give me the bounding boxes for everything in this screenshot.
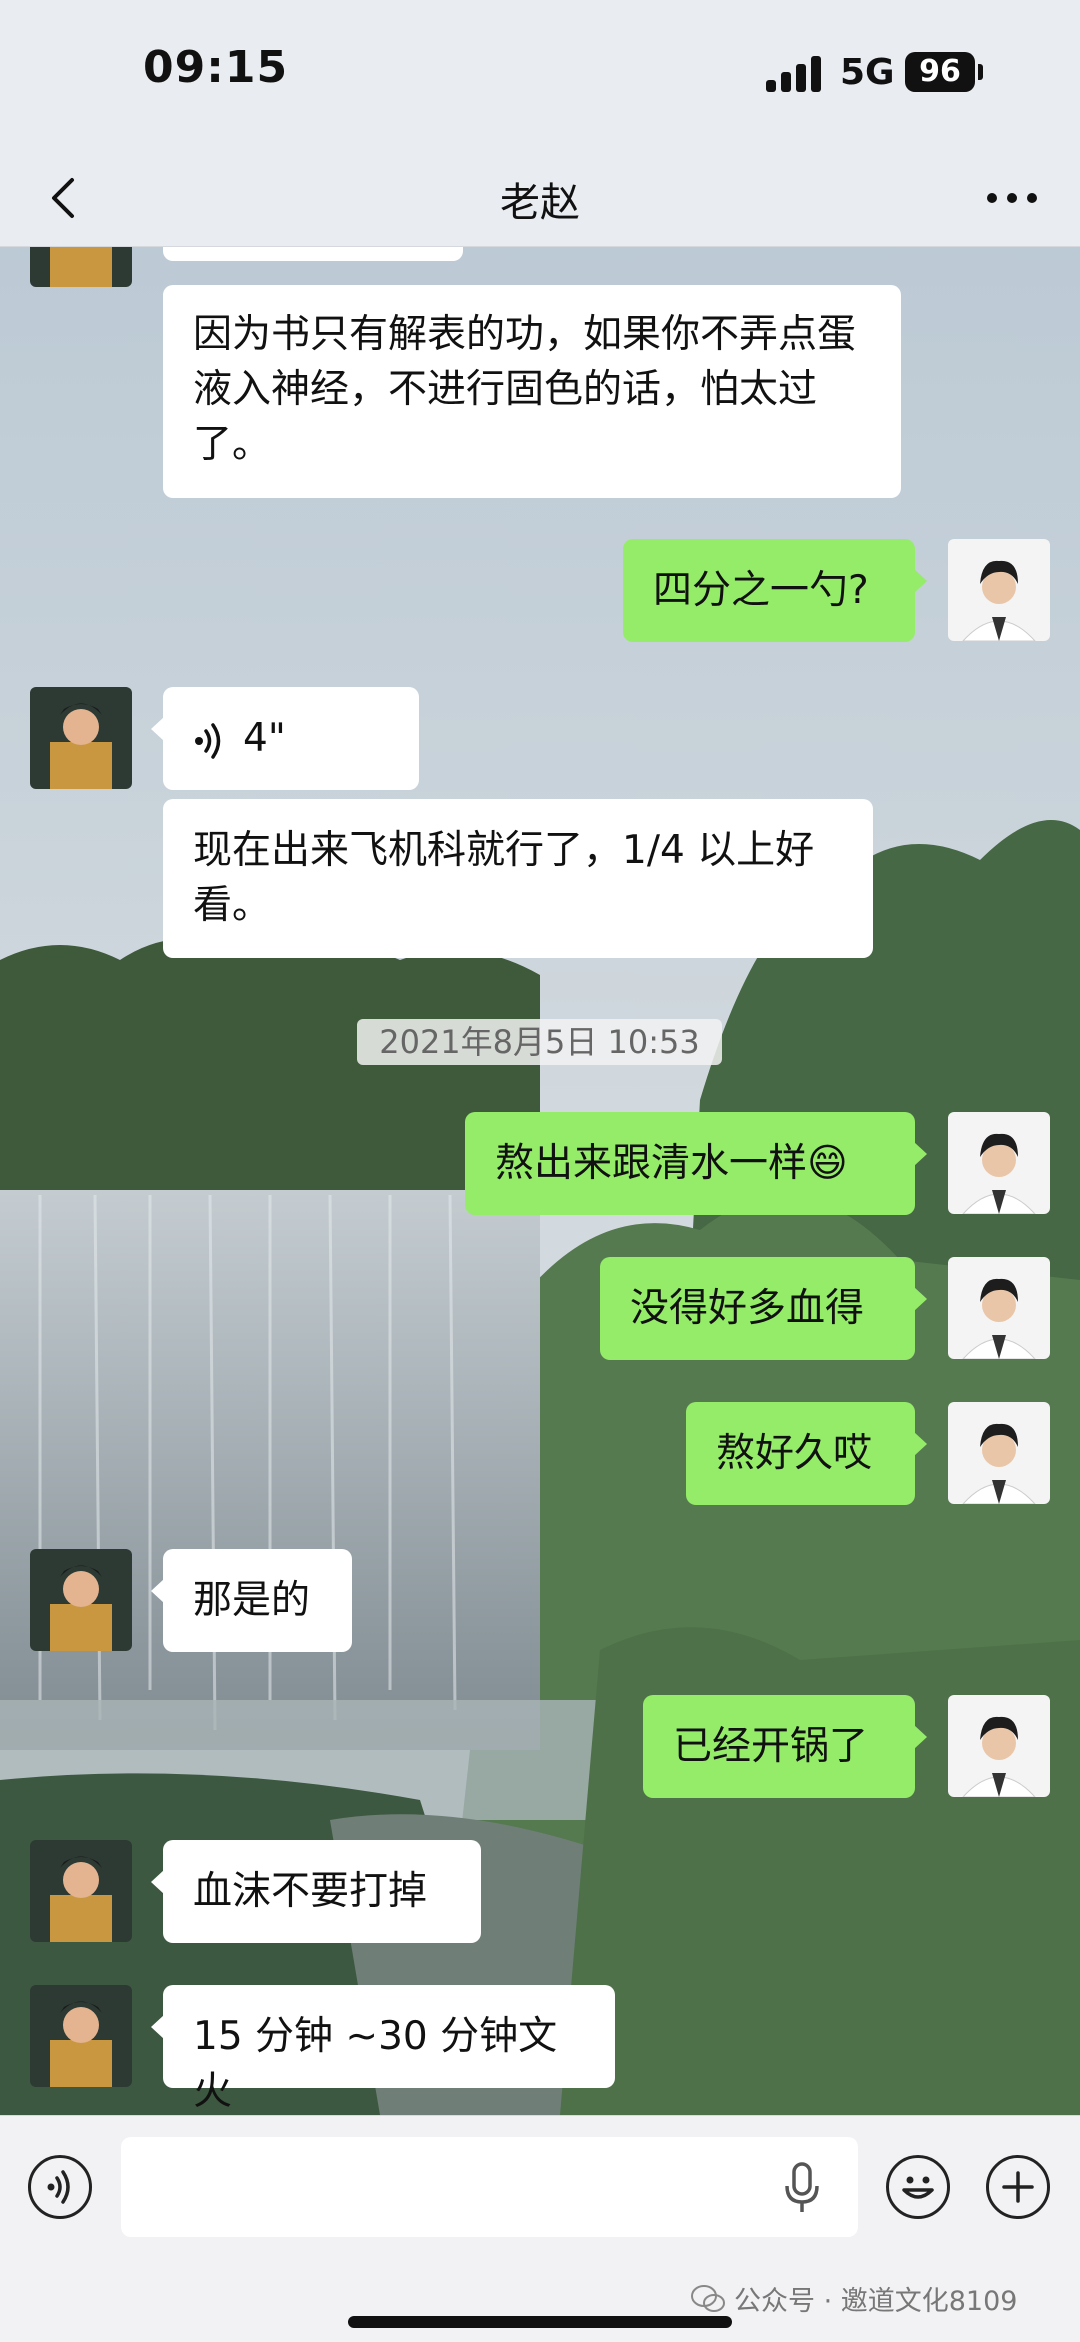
voice-wave-icon bbox=[195, 722, 221, 759]
emoji-icon[interactable] bbox=[886, 2155, 950, 2219]
message-bubble-incoming[interactable]: 现在出来飞机科就行了，1/4 以上好看。 bbox=[163, 799, 873, 958]
battery-icon: 96 bbox=[905, 52, 975, 92]
avatar-contact[interactable] bbox=[30, 1549, 132, 1651]
watermark: 公众号 · 邀道文化8109 bbox=[690, 2279, 1017, 2318]
message-input[interactable] bbox=[121, 2137, 858, 2237]
message-bubble-outgoing[interactable]: 熬出来跟清水一样😄 bbox=[465, 1112, 927, 1215]
message-bubble-incoming[interactable] bbox=[163, 247, 463, 261]
avatar-self[interactable] bbox=[948, 1402, 1050, 1504]
message-bubble-incoming[interactable]: 血沫不要打掉 bbox=[151, 1840, 481, 1943]
avatar-self[interactable] bbox=[948, 1695, 1050, 1797]
message-text: 15 分钟 ~30 分钟文火 bbox=[193, 2014, 558, 2114]
message-bubble-outgoing[interactable]: 已经开锅了 bbox=[643, 1695, 927, 1798]
avatar-contact[interactable] bbox=[30, 1840, 132, 1942]
voice-message-bubble[interactable]: 4" bbox=[151, 687, 419, 790]
battery-cap bbox=[978, 64, 983, 80]
microphone-icon[interactable] bbox=[775, 2160, 829, 2216]
message-bubble-incoming[interactable]: 那是的 bbox=[151, 1549, 352, 1652]
message-text: 那是的 bbox=[193, 1578, 311, 1623]
message-list[interactable]: 因为书只有解表的功，如果你不弄点蛋液入神经，不进行固色的话，怕太过了。 四分之一… bbox=[0, 247, 1080, 2115]
message-bubble-incoming[interactable]: 15 分钟 ~30 分钟文火 bbox=[151, 1985, 615, 2114]
message-text: 熬好久哎 bbox=[716, 1431, 873, 1476]
message-text: 血沫不要打掉 bbox=[193, 1869, 428, 1914]
avatar-contact[interactable] bbox=[30, 1985, 132, 2087]
signal-strength-icon bbox=[766, 56, 824, 92]
more-dots-icon[interactable] bbox=[982, 172, 1042, 224]
page-title: 老赵 bbox=[500, 180, 580, 226]
message-bubble-outgoing[interactable]: 没得好多血得 bbox=[600, 1257, 927, 1360]
message-input-bar: 公众号 · 邀道文化8109 bbox=[0, 2115, 1080, 2342]
message-bubble-outgoing[interactable]: 四分之一勺? bbox=[623, 539, 927, 642]
voice-mode-icon[interactable] bbox=[28, 2155, 92, 2219]
avatar-self[interactable] bbox=[948, 539, 1050, 641]
chat-header: 老赵 bbox=[0, 150, 1080, 247]
avatar-contact[interactable] bbox=[30, 247, 132, 287]
message-timestamp: 2021年8月5日 10:53 bbox=[357, 1019, 722, 1065]
network-type: 5G bbox=[840, 52, 895, 93]
message-bubble-incoming[interactable]: 因为书只有解表的功，如果你不弄点蛋液入神经，不进行固色的话，怕太过了。 bbox=[163, 285, 901, 498]
plus-icon[interactable] bbox=[986, 2155, 1050, 2219]
watermark-text: 公众号 · 邀道文化8109 bbox=[734, 2286, 1018, 2317]
message-text: 四分之一勺? bbox=[653, 568, 869, 613]
avatar-self[interactable] bbox=[948, 1112, 1050, 1214]
avatar-contact[interactable] bbox=[30, 687, 132, 789]
message-text: 因为书只有解表的功，如果你不弄点蛋液入神经，不进行固色的话，怕太过了。 bbox=[193, 312, 857, 467]
message-text: 没得好多血得 bbox=[630, 1286, 865, 1331]
message-text: 已经开锅了 bbox=[673, 1724, 869, 1769]
message-bubble-outgoing[interactable]: 熬好久哎 bbox=[686, 1402, 927, 1505]
avatar-self[interactable] bbox=[948, 1257, 1050, 1359]
home-indicator bbox=[348, 2316, 732, 2328]
status-time: 09:15 bbox=[143, 42, 289, 93]
voice-duration: 4" bbox=[243, 716, 286, 761]
status-bar: 09:15 5G 96 bbox=[0, 0, 1080, 150]
wechat-logo-icon bbox=[691, 2284, 725, 2312]
message-text: 熬出来跟清水一样😄 bbox=[495, 1141, 848, 1186]
message-text: 现在出来飞机科就行了，1/4 以上好看。 bbox=[193, 828, 815, 928]
